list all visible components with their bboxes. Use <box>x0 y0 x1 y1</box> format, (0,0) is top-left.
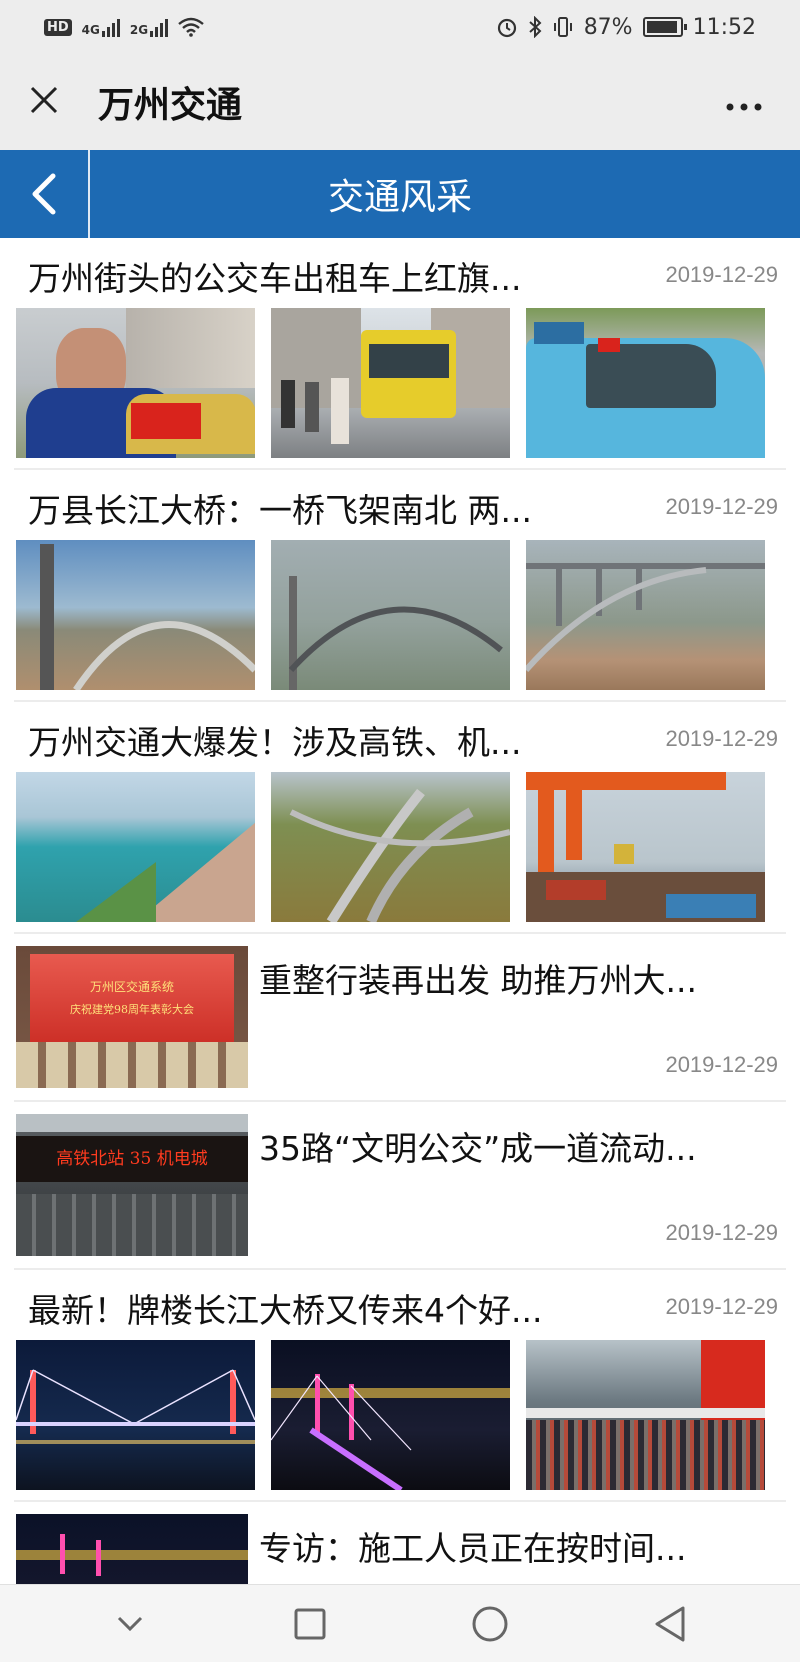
thumbnail-row <box>16 540 765 690</box>
nav-back-button[interactable] <box>640 1594 700 1654</box>
thumbnail-image <box>526 1340 765 1490</box>
chevron-left-icon <box>32 173 56 215</box>
list-item[interactable]: 最新！牌楼长江大桥又传来4个好... 2019-12-29 <box>14 1270 786 1502</box>
signal-bars-icon <box>101 17 120 37</box>
article-title: 35路“文明公交”成一道流动... <box>259 1129 697 1168</box>
thumbnail-row <box>16 772 765 922</box>
thumbnail-image <box>271 540 510 690</box>
network-2g-label: 2G <box>129 23 149 37</box>
thumbnail-image: 高铁北站 35 机电城 <box>16 1114 248 1256</box>
thumbnail-image <box>271 772 510 922</box>
article-date: 2019-12-29 <box>665 1052 778 1077</box>
article-title: 万州街头的公交车出租车上红旗... <box>28 259 522 298</box>
list-item[interactable]: 万州街头的公交车出租车上红旗... 2019-12-29 <box>14 238 786 470</box>
close-button[interactable] <box>24 82 64 122</box>
article-date: 2019-12-29 <box>665 262 778 287</box>
status-right: 87% 11:52 <box>496 15 756 40</box>
thumbnail-image <box>16 308 255 458</box>
article-list: 万州街头的公交车出租车上红旗... 2019-12-29 万县长江大桥：一桥飞架… <box>0 238 800 1584</box>
bus-led-sign: 高铁北站 35 机电城 <box>56 1149 208 1169</box>
nav-home-button[interactable] <box>460 1594 520 1654</box>
thumbnail-image <box>16 772 255 922</box>
square-icon <box>294 1608 326 1639</box>
clock: 11:52 <box>692 14 756 40</box>
bluetooth-icon <box>529 16 542 38</box>
thumbnail-image <box>16 1340 255 1490</box>
stage-banner-line-2: 庆祝建党98周年表彰大会 <box>70 1003 194 1016</box>
battery-icon <box>642 17 687 37</box>
more-dots-icon <box>726 103 762 110</box>
alarm-icon <box>497 18 516 38</box>
thumbnail-image: 万州区交通系统 庆祝建党98周年表彰大会 <box>16 946 248 1088</box>
list-item[interactable]: 万州区交通系统 庆祝建党98周年表彰大会 重整行装再出发 助推万州大... 20… <box>14 934 786 1102</box>
nav-recents-button[interactable] <box>280 1594 340 1654</box>
article-title: 重整行装再出发 助推万州大... <box>259 961 697 1000</box>
article-date: 2019-12-29 <box>665 1294 778 1319</box>
article-date: 2019-12-29 <box>665 1220 778 1245</box>
network-4g-label: 4G <box>81 23 100 37</box>
battery-percent: 87% <box>583 14 633 40</box>
list-item[interactable]: 高铁北站 35 机电城 35路“文明公交”成一道流动... 2019-12-29 <box>14 1102 786 1270</box>
thumbnail-image <box>526 308 765 458</box>
hd-badge: HD <box>44 18 72 36</box>
signal-bars-icon <box>150 17 169 37</box>
app-title: 万州交通 <box>98 85 243 126</box>
thumbnail-image <box>271 308 510 458</box>
signal-2g: 2G <box>129 17 169 37</box>
article-title: 万州交通大爆发！涉及高铁、机... <box>28 723 522 762</box>
thumbnail-row <box>16 308 765 458</box>
thumbnail-image <box>16 540 255 690</box>
more-button[interactable] <box>726 85 776 120</box>
article-date: 2019-12-29 <box>665 726 778 751</box>
title-bar: 万州交通 <box>0 54 800 150</box>
thumbnail-image <box>526 540 765 690</box>
close-icon <box>30 86 58 114</box>
wifi-icon <box>178 17 204 37</box>
status-left: HD 4G 2G <box>44 17 204 37</box>
thumbnail-image <box>526 772 765 922</box>
section-header: 交通风采 <box>0 150 800 238</box>
signal-4g: 4G <box>82 17 120 37</box>
thumbnail-row <box>16 1340 765 1490</box>
vibrate-icon <box>553 17 572 37</box>
nav-down-button[interactable] <box>100 1594 160 1654</box>
list-item[interactable]: 专访：施工人员正在按时间... <box>14 1502 786 1584</box>
stage-banner-line-1: 万州区交通系统 <box>89 980 174 994</box>
system-nav-bar <box>0 1584 800 1662</box>
section-title: 交通风采 <box>327 177 472 218</box>
status-bar: HD 4G 2G 87% 11:52 <box>0 0 800 54</box>
list-item[interactable]: 万州交通大爆发！涉及高铁、机... 2019-12-29 <box>14 702 786 934</box>
thumbnail-image <box>16 1514 248 1584</box>
back-button[interactable] <box>0 150 90 238</box>
circle-icon <box>472 1606 508 1641</box>
thumbnail-image <box>271 1340 510 1490</box>
list-item[interactable]: 万县长江大桥：一桥飞架南北 两... 2019-12-29 <box>14 470 786 702</box>
article-title: 专访：施工人员正在按时间... <box>259 1529 687 1568</box>
article-title: 最新！牌楼长江大桥又传来4个好... <box>28 1291 543 1330</box>
triangle-back-icon <box>655 1606 685 1641</box>
article-title: 万县长江大桥：一桥飞架南北 两... <box>28 491 532 530</box>
chevron-down-icon <box>117 1616 143 1631</box>
article-date: 2019-12-29 <box>665 494 778 519</box>
